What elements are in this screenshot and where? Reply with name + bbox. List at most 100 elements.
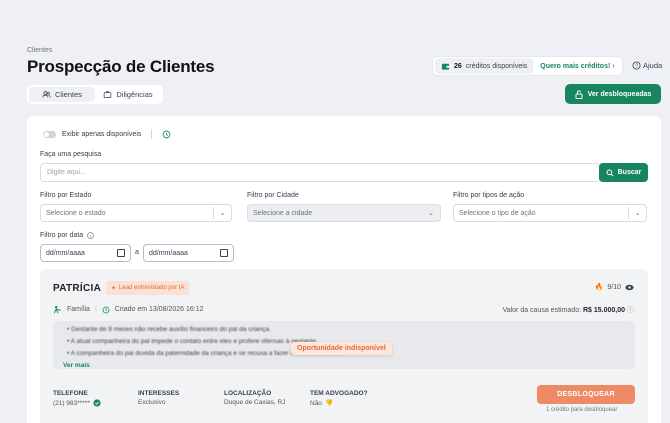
date-to-input[interactable]: dd/mm/aaaa bbox=[143, 244, 234, 262]
field-value: Duque de Caxias, RJ bbox=[224, 399, 286, 406]
state-placeholder: Selecione o estado bbox=[46, 209, 106, 217]
list-item: • Gestante de 8 meses não recebe auxílio… bbox=[67, 326, 271, 333]
thumbs-down-icon: 👎 bbox=[324, 400, 334, 407]
unlock-note: 1 crédito para desbloquear bbox=[546, 407, 618, 413]
info-icon: ⓘ bbox=[627, 307, 634, 314]
fire-icon: 🔥 bbox=[594, 284, 604, 291]
users-icon bbox=[42, 91, 51, 98]
field-value: Exclusivo bbox=[138, 399, 166, 406]
search-button-label: Buscar bbox=[617, 169, 642, 176]
clock-icon bbox=[102, 306, 110, 313]
chevron-right-icon: › bbox=[612, 62, 615, 70]
more-credits-link[interactable]: Quero mais créditos! › bbox=[533, 63, 621, 70]
tab-clientes[interactable]: Clientes bbox=[29, 87, 95, 102]
family-icon bbox=[53, 305, 61, 314]
tab-bar: Clientes Diligências bbox=[27, 85, 163, 104]
field-label: TELEFONE bbox=[53, 390, 88, 397]
chevron-down-icon: ⌄ bbox=[628, 207, 646, 219]
lead-value: Valor da causa estimado: R$ 15.000,00 ⓘ bbox=[503, 305, 634, 315]
date-from-input[interactable]: dd/mm/aaaa bbox=[40, 244, 131, 262]
action-filter-label: Filtro por tipos de ação bbox=[453, 192, 525, 199]
chevron-down-icon: ⌄ bbox=[428, 210, 434, 217]
date-to-value: dd/mm/aaaa bbox=[149, 249, 188, 257]
search-button[interactable]: Buscar bbox=[599, 163, 648, 182]
city-select[interactable]: Selecione a cidade ⌄ bbox=[247, 204, 441, 222]
field-label: TEM ADVOGADO? bbox=[310, 390, 368, 397]
check-circle-icon bbox=[93, 399, 101, 407]
credits-box: 26 créditos disponíveis Quero mais crédi… bbox=[432, 56, 623, 76]
lead-meta: Família | Criado em 13/08/2026 16:12 bbox=[53, 305, 204, 314]
page-title: Prospecção de Clientes bbox=[27, 57, 215, 76]
breadcrumb[interactable]: Clientes bbox=[27, 47, 52, 54]
list-item: • A atual companheira do pai impede o co… bbox=[67, 338, 318, 345]
lead-value-label: Valor da causa estimado: bbox=[502, 307, 582, 314]
lead-area: Família bbox=[67, 306, 90, 313]
field-label: INTERESSES bbox=[138, 390, 180, 397]
search-input[interactable]: Digite aqui... bbox=[40, 163, 600, 182]
date-filter-label: Filtro por data bbox=[40, 232, 84, 239]
svg-text:i: i bbox=[90, 233, 91, 238]
more-credits-label: Quero mais créditos! bbox=[540, 62, 611, 70]
city-filter-label: Filtro por Cidade bbox=[247, 192, 299, 199]
ia-badge: ✦ Lead entrevistado por IA bbox=[106, 281, 190, 295]
credits-number: 26 bbox=[454, 62, 462, 70]
ia-badge-label: Lead entrevistado por IA bbox=[119, 285, 185, 291]
available-toggle[interactable] bbox=[43, 130, 56, 138]
help-link[interactable]: ? Ajuda bbox=[632, 61, 662, 70]
lead-field-location: LOCALIZAÇÃO Duque de Caxias, RJ bbox=[224, 390, 285, 406]
lead-field-interests: INTERESSES Exclusivo bbox=[138, 390, 179, 406]
search-label: Faça uma pesquisa bbox=[40, 151, 102, 158]
calendar-icon[interactable] bbox=[117, 249, 125, 257]
state-filter-label: Filtro por Estado bbox=[40, 192, 92, 199]
tab-label: Diligências bbox=[116, 90, 153, 99]
action-placeholder: Selecione o tipo de ação bbox=[459, 209, 536, 217]
eye-icon[interactable] bbox=[625, 284, 634, 291]
see-more-link[interactable]: Ver mais bbox=[63, 362, 90, 369]
action-select[interactable]: Selecione o tipo de ação ⌄ bbox=[453, 204, 647, 222]
lead-field-phone: TELEFONE (21) 983***** bbox=[53, 390, 101, 407]
unavailable-badge: Oportunidade indisponível bbox=[291, 342, 392, 355]
available-toggle-row: Exibir apenas disponíveis bbox=[43, 129, 171, 139]
divider bbox=[151, 129, 153, 139]
credits-text: créditos disponíveis bbox=[465, 62, 528, 70]
bullet-text: Gestante de 8 meses não recebe auxílio f… bbox=[71, 326, 271, 333]
unlock-button[interactable]: DESBLOQUEAR bbox=[537, 385, 635, 404]
date-filter-label-row: Filtro por data i bbox=[40, 232, 94, 239]
lead-score-value: 9/10 bbox=[607, 283, 621, 291]
wallet-icon bbox=[441, 63, 450, 70]
lead-value-amount: R$ 15.000,00 bbox=[583, 307, 626, 314]
tab-label: Clientes bbox=[54, 90, 83, 99]
field-value-row: Não 👎 bbox=[310, 399, 368, 408]
date-from-value: dd/mm/aaaa bbox=[46, 249, 85, 257]
lead-card: PATRÍCIA ✦ Lead entrevistado por IA 🔥 9/… bbox=[40, 269, 648, 423]
tab-diligencias[interactable]: Diligências bbox=[95, 87, 161, 102]
help-icon: ? bbox=[632, 61, 641, 70]
lead-created: Criado em 13/08/2026 16:12 bbox=[114, 306, 204, 313]
search-panel: Exibir apenas disponíveis Faça uma pesqu… bbox=[27, 116, 661, 423]
bullet-text: A atual companheira do pai impede o cont… bbox=[70, 338, 318, 345]
field-value: Não bbox=[310, 399, 322, 407]
clock-icon[interactable] bbox=[162, 130, 171, 139]
sparkle-icon: ✦ bbox=[111, 285, 117, 292]
chevron-down-icon: ⌄ bbox=[213, 207, 231, 219]
view-unlocked-label: Ver desbloqueadas bbox=[587, 90, 652, 98]
field-value: (21) 983***** bbox=[53, 399, 90, 407]
search-icon bbox=[606, 168, 614, 177]
briefcase-icon bbox=[104, 91, 112, 98]
field-value-row: (21) 983***** bbox=[53, 399, 101, 407]
city-placeholder: Selecione a cidade bbox=[253, 209, 313, 217]
lead-name: PATRÍCIA bbox=[53, 283, 102, 294]
date-range-separator: a bbox=[135, 249, 139, 256]
info-icon[interactable]: i bbox=[87, 232, 94, 239]
lock-open-icon bbox=[575, 89, 583, 99]
field-label: LOCALIZAÇÃO bbox=[224, 390, 272, 397]
lead-score: 🔥 9/10 bbox=[595, 283, 634, 291]
available-toggle-label: Exibir apenas disponíveis bbox=[62, 130, 142, 138]
help-label: Ajuda bbox=[643, 61, 663, 70]
credits-count: 26 créditos disponíveis bbox=[435, 58, 534, 74]
calendar-icon[interactable] bbox=[220, 249, 228, 257]
state-select[interactable]: Selecione o estado ⌄ bbox=[40, 204, 232, 222]
view-unlocked-button[interactable]: Ver desbloqueadas bbox=[565, 84, 661, 104]
svg-text:?: ? bbox=[635, 64, 638, 70]
search-placeholder: Digite aqui... bbox=[47, 169, 86, 176]
